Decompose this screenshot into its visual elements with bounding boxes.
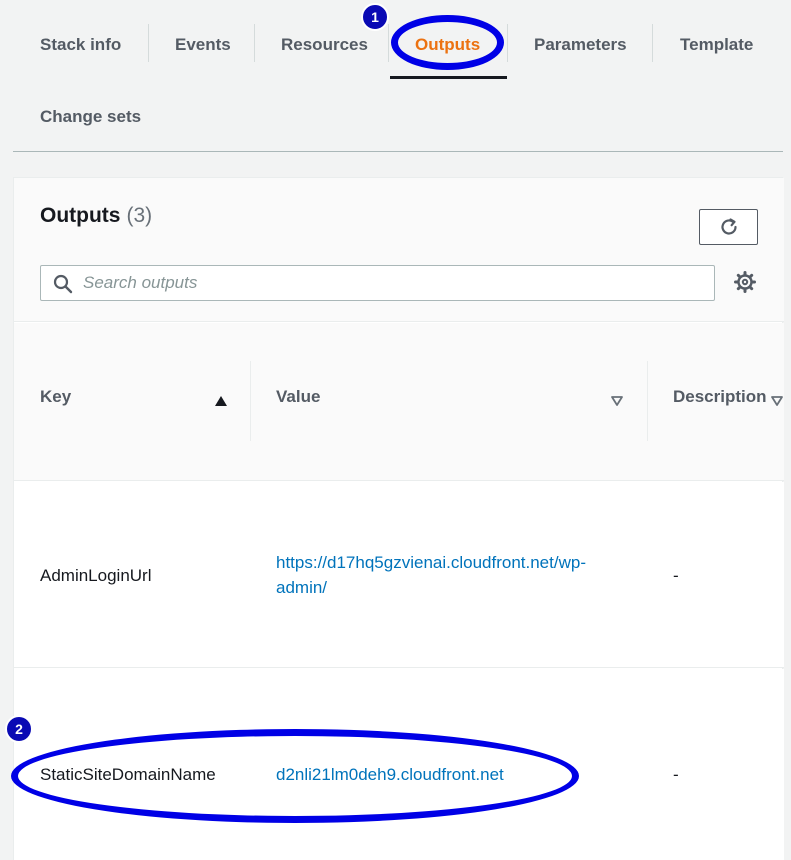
caret-down-outline-icon[interactable] [610, 395, 624, 407]
active-tab-indicator [390, 76, 507, 79]
annotation-badge-1: 1 [361, 3, 389, 31]
output-value-link[interactable]: https://d17hq5gzvienai.cloudfront.net/wp… [276, 550, 636, 600]
caret-down-outline-icon[interactable] [770, 395, 784, 407]
panel-header: Outputs (3) [14, 178, 784, 322]
tab-template[interactable]: Template [680, 35, 753, 55]
tabs-divider [13, 151, 783, 152]
column-header-key[interactable]: Key [40, 387, 71, 407]
output-key: AdminLoginUrl [40, 566, 152, 585]
outputs-panel: Outputs (3) Search outputs Key Value Des… [13, 177, 784, 860]
refresh-button[interactable] [699, 209, 758, 245]
output-value-link[interactable]: d2nli21lm0deh9.cloudfront.net [276, 762, 636, 787]
tab-divider [254, 24, 255, 62]
tab-divider [148, 24, 149, 62]
search-box [40, 265, 715, 301]
search-icon [53, 274, 73, 294]
tab-change-sets[interactable]: Change sets [40, 107, 141, 127]
column-header-value[interactable]: Value [276, 387, 320, 407]
tab-outputs[interactable]: Outputs [415, 35, 480, 55]
tab-divider [388, 24, 389, 62]
column-divider [250, 361, 251, 441]
column-header-description[interactable]: Description [673, 387, 767, 407]
table-row: AdminLoginUrl https://d17hq5gzvienai.clo… [14, 482, 784, 668]
tab-parameters[interactable]: Parameters [534, 35, 627, 55]
tab-resources[interactable]: Resources [281, 35, 368, 55]
panel-count: (3) [126, 204, 153, 227]
tab-divider [507, 24, 508, 62]
panel-title: Outputs (3) [40, 204, 152, 228]
search-input[interactable] [83, 266, 703, 300]
output-description: - [673, 566, 679, 585]
refresh-icon [720, 218, 737, 235]
gear-icon[interactable] [733, 270, 757, 294]
table-header: Key Value Description [14, 323, 784, 481]
column-divider [647, 361, 648, 441]
caret-up-icon[interactable] [214, 395, 228, 407]
tab-events[interactable]: Events [175, 35, 231, 55]
table-row: StaticSiteDomainName d2nli21lm0deh9.clou… [14, 669, 784, 860]
tab-divider [652, 24, 653, 62]
tab-stack-info[interactable]: Stack info [40, 35, 121, 55]
panel-title-text: Outputs [40, 204, 121, 227]
output-key: StaticSiteDomainName [40, 765, 216, 784]
output-description: - [673, 765, 679, 784]
stack-tabs: Stack info Events Resources Outputs Para… [0, 0, 791, 152]
annotation-badge-2: 2 [5, 715, 33, 743]
